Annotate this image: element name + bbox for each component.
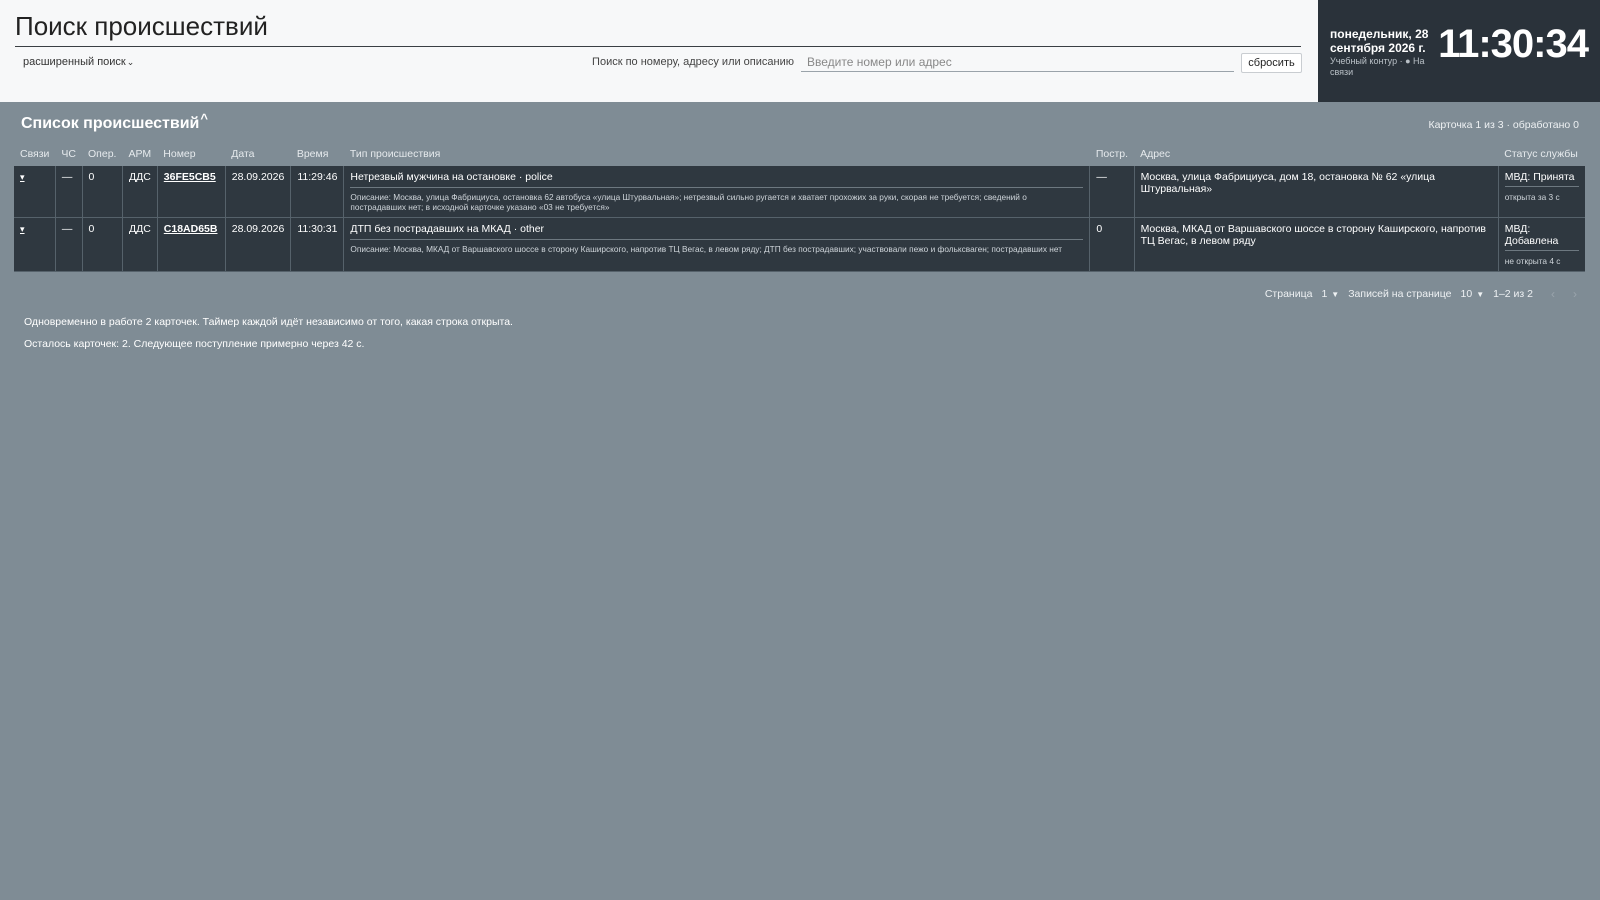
address-cell: Москва, МКАД от Варшавского шоссе в стор… — [1133, 217, 1499, 272]
number-cell: 36FE5CB5 — [156, 166, 226, 218]
type-cell: ДТП без пострадавших на МКАД · other Опи… — [343, 217, 1090, 272]
list-title[interactable]: Список происшествий^ — [21, 111, 208, 133]
table-header-row: Связи ЧС Опер. АРМ Номер Дата Время Тип … — [14, 143, 1585, 166]
connection-status: Учебный контур · ● На связи — [1330, 56, 1425, 77]
clock-date: понедельник, 28 сентября 2026 г. — [1330, 27, 1429, 55]
arm-cell: ДДС — [121, 166, 158, 218]
incident-description: Описание: Москва, улица Фабрициуса, оста… — [350, 192, 1027, 212]
page-select[interactable]: 1 ▼ — [1321, 288, 1339, 300]
service-status: МВД: Принята — [1504, 171, 1579, 187]
postr-cell: 0 — [1089, 217, 1135, 272]
search-input[interactable] — [801, 52, 1234, 72]
pagination: Страница 1 ▼ Записей на странице 10 ▼ 1–2 … — [1265, 287, 1577, 301]
service-status: МВД: Добавлена — [1504, 223, 1579, 251]
collapse-caret-icon[interactable]: ^ — [200, 111, 208, 126]
reset-button[interactable]: сбросить — [1241, 53, 1302, 73]
chevron-down-icon: ▼ — [1476, 289, 1485, 299]
expand-row-icon[interactable]: ▾ — [20, 172, 25, 182]
clock-panel: понедельник, 28 сентября 2026 г. Учебный… — [1318, 0, 1600, 102]
emergency-cell: — — [54, 217, 83, 272]
search-label: Поиск по номеру, адресу или описанию — [592, 56, 794, 68]
table-row[interactable]: ▾ — 0 ДДС C18AD65B 28.09.2026 11:30:31 Д… — [14, 217, 1585, 272]
expand-row-icon[interactable]: ▾ — [20, 224, 25, 234]
incidents-table: Связи ЧС Опер. АРМ Номер Дата Время Тип … — [14, 143, 1585, 272]
incident-number-link[interactable]: C18AD65B — [164, 223, 218, 235]
prev-page-icon[interactable]: ‹ — [1551, 287, 1555, 301]
status-cell: МВД: Принята открыта за 3 с — [1497, 166, 1585, 218]
column-header-emergency[interactable]: ЧС — [55, 143, 82, 166]
links-cell: ▾ — [14, 166, 56, 218]
advanced-search-label: расширенный поиск — [23, 56, 126, 68]
column-header-address[interactable]: Адрес — [1134, 143, 1498, 166]
links-cell: ▾ — [14, 217, 56, 272]
chevron-down-icon: ⌄ — [126, 57, 135, 67]
column-header-time[interactable]: Время — [291, 143, 344, 166]
oper-cell: 0 — [81, 166, 123, 218]
incident-type: ДТП без пострадавших на МКАД · other — [350, 223, 1084, 240]
page-title: Поиск происшествий — [15, 10, 1301, 47]
time-cell: 11:30:31 — [290, 217, 344, 272]
table-row[interactable]: ▾ — 0 ДДС 36FE5CB5 28.09.2026 11:29:46 Н… — [14, 166, 1585, 218]
oper-cell: 0 — [81, 217, 123, 272]
workload-note: Одновременно в работе 2 карточек. Таймер… — [24, 316, 513, 328]
per-page-label: Записей на странице — [1348, 288, 1452, 300]
incident-number-link[interactable]: 36FE5CB5 — [164, 171, 216, 183]
column-header-oper[interactable]: Опер. — [82, 143, 122, 166]
address-cell: Москва, улица Фабрициуса, дом 18, остано… — [1133, 166, 1499, 218]
status-cell: МВД: Добавлена не открыта 4 с — [1497, 217, 1585, 272]
date-cell: 28.09.2026 — [224, 217, 291, 272]
column-header-arm[interactable]: АРМ — [122, 143, 157, 166]
column-header-links[interactable]: Связи — [14, 143, 55, 166]
column-header-status[interactable]: Статус службы — [1498, 143, 1585, 166]
incident-type: Нетрезвый мужчина на остановке · police — [350, 171, 1084, 188]
queue-note: Осталось карточек: 2. Следующее поступле… — [24, 338, 365, 350]
column-header-postr[interactable]: Постр. — [1090, 143, 1134, 166]
number-cell: C18AD65B — [156, 217, 226, 272]
service-status-timer: не открыта 4 с — [1504, 256, 1561, 266]
date-cell: 28.09.2026 — [224, 166, 291, 218]
column-header-number[interactable]: Номер — [157, 143, 225, 166]
per-page-select[interactable]: 10 ▼ — [1461, 288, 1485, 300]
page-select-value: 1 — [1321, 288, 1328, 300]
page-label: Страница — [1264, 288, 1313, 300]
header: Поиск происшествий расширенный поиск⌄ По… — [0, 0, 1318, 102]
arm-cell: ДДС — [121, 217, 158, 272]
card-counter: Карточка 1 из 3 · обработано 0 — [1428, 119, 1579, 131]
column-header-type[interactable]: Тип происшествия — [344, 143, 1090, 166]
emergency-cell: — — [54, 166, 83, 218]
time-cell: 11:29:46 — [290, 166, 344, 218]
next-page-icon[interactable]: › — [1573, 287, 1577, 301]
advanced-search-toggle[interactable]: расширенный поиск⌄ — [23, 56, 134, 68]
chevron-down-icon: ▼ — [1331, 289, 1340, 299]
type-cell: Нетрезвый мужчина на остановке · police … — [343, 166, 1090, 218]
postr-cell: — — [1089, 166, 1135, 218]
list-title-text: Список происшествий — [21, 115, 200, 132]
per-page-select-value: 10 — [1460, 288, 1473, 300]
page-range: 1–2 из 2 — [1493, 288, 1533, 300]
incident-description: Описание: Москва, МКАД от Варшавского шо… — [350, 244, 1062, 254]
clock-time: 11:30:34 — [1438, 22, 1589, 66]
column-header-date[interactable]: Дата — [225, 143, 291, 166]
service-status-timer: открыта за 3 с — [1504, 192, 1560, 202]
